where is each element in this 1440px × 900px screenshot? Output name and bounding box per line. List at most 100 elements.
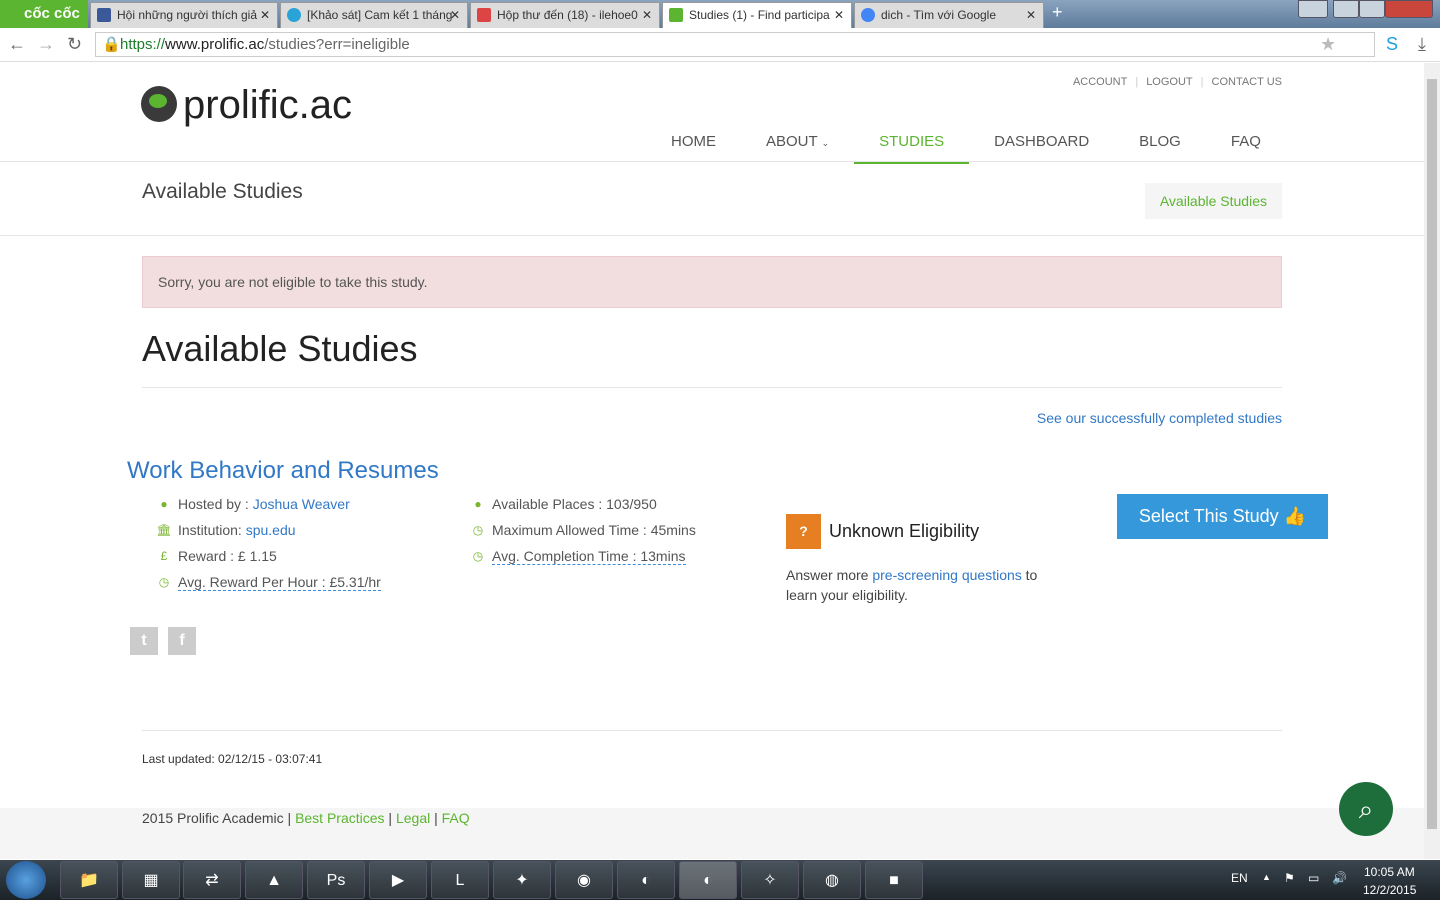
browser-tab[interactable]: [Khảo sát] Cam kết 1 tháng ✕ [280,2,468,28]
window-close-button[interactable] [1385,0,1433,18]
explorer-taskbar-icon[interactable]: 📁 [60,861,118,899]
browser-tab[interactable]: Hộp thư đến (18) - ilehoe0 ✕ [470,2,660,28]
maximize-button[interactable] [1359,0,1385,18]
browser-menu-button[interactable] [1298,0,1328,18]
media-taskbar-icon[interactable]: ▶ [369,861,427,899]
start-button[interactable] [6,861,46,899]
network-icon[interactable]: ▭ [1308,871,1319,885]
close-icon[interactable]: ✕ [642,3,652,27]
prolific-icon [669,8,683,22]
chrome-taskbar-icon[interactable]: ◉ [555,861,613,899]
photoshop-taskbar-icon[interactable]: Ps [307,861,365,899]
divider [0,235,1424,236]
facebook-share-icon[interactable]: f [168,627,196,655]
tab-title: Hội những người thích giả [117,8,258,22]
nav-studies[interactable]: STUDIES [854,125,970,164]
institution-label: Institution: [178,522,242,538]
twitter-share-icon[interactable]: t [130,627,158,655]
last-updated: Last updated: 02/12/15 - 03:07:41 [142,752,323,766]
close-icon[interactable]: ✕ [1026,3,1036,27]
skyrim-taskbar-icon[interactable]: ✦ [493,861,551,899]
action-center-icon[interactable]: ⚑ [1284,871,1295,885]
chevron-down-icon: ⌄ [821,138,830,148]
scrollbar-thumb[interactable] [1427,79,1437,829]
new-tab-button[interactable]: + [1052,2,1063,23]
lock-icon: 🔒 [102,36,121,53]
nav-faq[interactable]: FAQ [1206,125,1286,164]
close-icon[interactable]: ✕ [260,3,270,27]
footer: 2015 Prolific Academic | Best Practices … [0,808,1424,859]
host-link[interactable]: Joshua Weaver [253,496,350,512]
volume-icon[interactable]: 🔊 [1332,871,1347,885]
tab-title: Studies (1) - Find participa [689,8,830,22]
avg-reward[interactable]: Avg. Reward Per Hour : £5.31/hr [178,574,381,591]
clock-icon: ◷ [472,549,484,563]
legal-link[interactable]: Legal [396,810,430,826]
browser-tab[interactable]: Hội những người thích giả ✕ [90,2,278,28]
taskbar: 📁 ▦ ⇄ ▲ Ps ▶ L ✦ ◉ ◐ ◐ ✧ ◍ ■ EN ▲ ⚑ ▭ 🔊 … [0,860,1440,900]
help-search-button[interactable]: ⌕ [1339,782,1393,836]
institution-link[interactable]: spu.edu [246,522,296,538]
study-meta-right: ● Available Places : 103/950 ◷ Maximum All… [470,491,696,569]
footer-faq-link[interactable]: FAQ [442,810,470,826]
coccoc-active-taskbar-icon[interactable]: ◐ [679,861,737,899]
best-practices-link[interactable]: Best Practices [295,810,384,826]
game-taskbar-icon[interactable]: L [431,861,489,899]
avg-time[interactable]: Avg. Completion Time : 13mins [492,548,686,565]
contact-link[interactable]: CONTACT US [1212,76,1283,88]
account-link[interactable]: ACCOUNT [1073,76,1127,88]
browser-tab-active[interactable]: Studies (1) - Find participa ✕ [662,2,852,28]
page-scrollbar[interactable] [1424,63,1440,859]
clock-time[interactable]: 10:05 AM [1364,865,1415,879]
study-title[interactable]: Work Behavior and Resumes [127,457,439,485]
hosted-label: Hosted by : [178,496,249,512]
eligibility-panel: ? Unknown Eligibility Answer more pre-scr… [786,514,1056,605]
clock-date[interactable]: 12/2/2015 [1363,883,1416,897]
nav-dashboard[interactable]: DASHBOARD [969,125,1114,164]
language-indicator[interactable]: EN [1231,871,1248,885]
forward-icon[interactable]: → [37,34,55,55]
star-icon[interactable]: ★ [1320,34,1336,55]
select-label: Select This Study [1138,506,1279,526]
close-icon[interactable]: ✕ [450,3,460,27]
skype-icon[interactable]: S [1386,34,1398,55]
browser-brand[interactable]: cốc cốc [0,0,88,28]
close-icon[interactable]: ✕ [834,3,844,27]
download-icon[interactable]: ⤓ [1418,34,1426,55]
coccoc-taskbar-icon[interactable]: ◐ [617,861,675,899]
minimize-button[interactable] [1333,0,1359,18]
prescreening-link[interactable]: pre-screening questions [872,567,1021,583]
teamviewer-taskbar-icon[interactable]: ⇄ [183,861,241,899]
nav-blog[interactable]: BLOG [1114,125,1206,164]
url-domain: www.prolific.ac [165,36,265,53]
eligibility-status: Unknown Eligibility [829,521,980,541]
study-meta-left: ● Hosted by : Joshua Weaver 🏛 Institution:… [156,491,381,595]
completed-studies-link[interactable]: See our successfully completed studies [1037,410,1282,426]
select-study-button[interactable]: Select This Study 👍 [1117,494,1328,539]
nav-about[interactable]: ABOUT ⌄ [741,125,854,164]
url-path: /studies?err=ineligible [264,36,410,53]
firefox-taskbar-icon[interactable]: ◍ [803,861,861,899]
reload-icon[interactable]: ↻ [67,34,82,55]
site-logo[interactable]: prolific.ac [141,83,352,128]
app-taskbar-icon[interactable]: ▦ [122,861,180,899]
tray-expand-icon[interactable]: ▲ [1262,872,1271,882]
app-taskbar-icon[interactable]: ✧ [741,861,799,899]
institution-icon: 🏛 [156,523,172,537]
back-icon[interactable]: ← [8,34,26,55]
nav-home[interactable]: HOME [646,125,741,164]
divider [142,387,1282,388]
browser-tab[interactable]: dich - Tìm với Google ✕ [854,2,1044,28]
breadcrumb[interactable]: Available Studies [1144,183,1282,219]
pound-icon: £ [160,549,168,563]
divider [0,161,1424,162]
google-icon [861,8,875,22]
nav-about-label: ABOUT [766,133,818,150]
acrobat-taskbar-icon[interactable]: ▲ [245,861,303,899]
tab-title: [Khảo sát] Cam kết 1 tháng [307,8,453,22]
dota-taskbar-icon[interactable]: ■ [865,861,923,899]
page-header-title: Available Studies [142,180,303,203]
logout-link[interactable]: LOGOUT [1146,76,1192,88]
url-input[interactable]: 🔒 https://www.prolific.ac/studies?err=ine… [95,32,1375,57]
question-icon: ? [786,514,821,549]
